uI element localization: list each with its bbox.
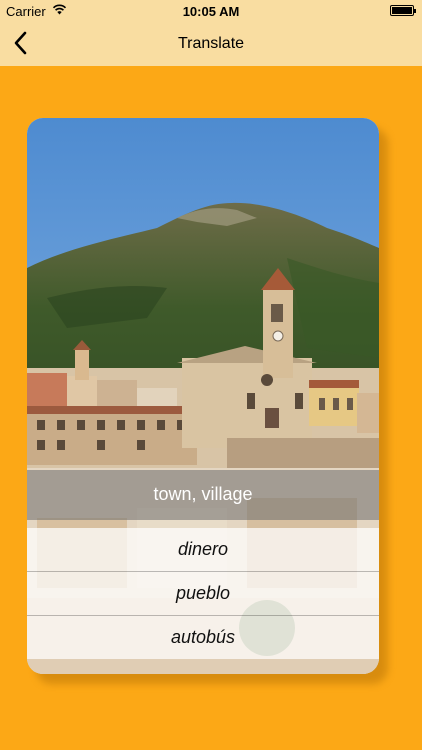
answer-options: dinero pueblo autobús (27, 528, 379, 659)
top-bar: Carrier 10:05 AM Translate (0, 0, 422, 66)
flashcard: town, village dinero pueblo autobús (27, 118, 379, 674)
battery-icon (390, 5, 416, 16)
option-dinero[interactable]: dinero (27, 528, 379, 572)
prompt-text: town, village (153, 484, 253, 504)
navigation-bar: Translate (0, 22, 422, 66)
page-title: Translate (177, 35, 245, 52)
clock: 10:05 AM (182, 4, 240, 19)
status-bar: Carrier 10:05 AM (0, 0, 422, 22)
option-autobus[interactable]: autobús (27, 616, 379, 659)
prompt-bar: town, village (27, 470, 379, 520)
option-pueblo[interactable]: pueblo (27, 572, 379, 616)
